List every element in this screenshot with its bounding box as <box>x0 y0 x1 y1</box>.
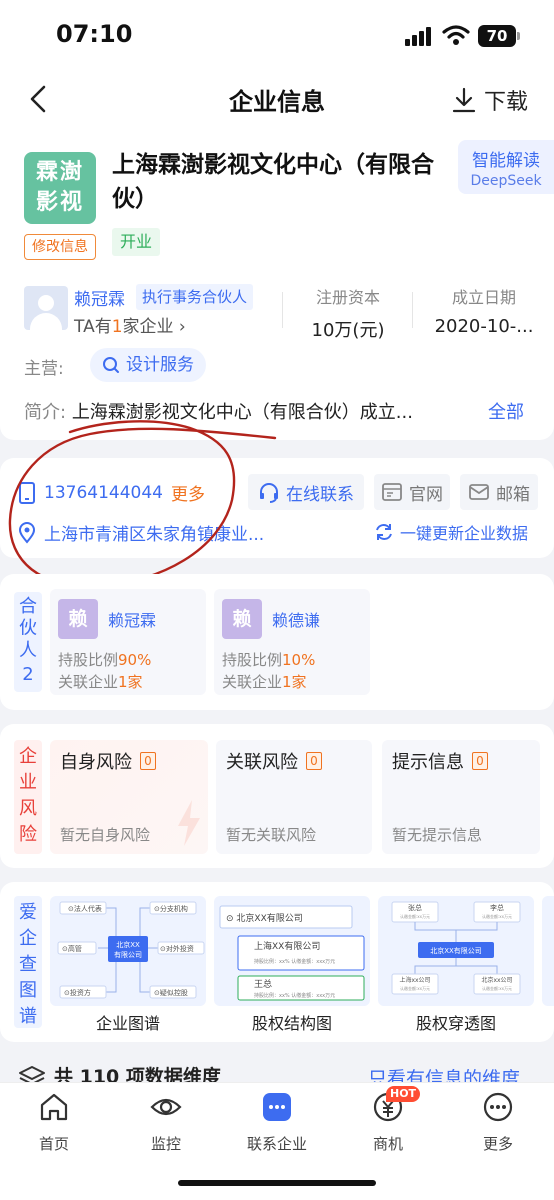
signal-icon <box>405 26 435 46</box>
risk-related-card[interactable]: 关联风险 0 暂无关联风险 <box>216 740 372 854</box>
svg-text:⊙投资方: ⊙投资方 <box>64 988 91 997</box>
svg-text:⊙高管: ⊙高管 <box>62 944 82 953</box>
equity-diagram: ⊙ 北京XX有限公司 上海XX有限公司 持股比例：xx% 认缴金额：xxx万元 … <box>219 905 365 1001</box>
divider <box>282 292 283 328</box>
graph-caption: 股权穿透图 <box>415 1014 496 1033</box>
next-graph-thumb[interactable] <box>542 896 554 1006</box>
partner-name[interactable]: 赖冠霖 <box>108 607 156 631</box>
main-business-label: 主营: <box>24 359 64 379</box>
established-date: 成立日期 2020-10-... <box>434 288 534 337</box>
partner-avatar: 赖 <box>222 599 262 639</box>
email-button[interactable]: 邮箱 <box>460 474 538 510</box>
partner-avatar: 赖 <box>58 599 98 639</box>
risk-label: 企业风险 <box>14 740 42 854</box>
risk-count-badge: 0 <box>472 752 488 770</box>
legal-person-link[interactable]: 赖冠霖 <box>74 285 125 310</box>
search-icon <box>103 357 119 373</box>
download-button[interactable]: 下载 <box>452 84 528 116</box>
svg-text:北京XX: 北京XX <box>116 940 140 949</box>
home-indicator <box>178 1180 376 1186</box>
graph-label: 爱企查图谱 <box>14 896 42 1028</box>
tab-monitor[interactable]: 监控 <box>126 1091 206 1154</box>
partner-related: 关联企业1家 <box>222 673 307 691</box>
graph-caption: 企业图谱 <box>95 1014 160 1033</box>
svg-text:⊙疑似控股: ⊙疑似控股 <box>154 988 188 997</box>
home-icon <box>40 1093 68 1121</box>
svg-text:认缴金额:xx万元: 认缴金额:xx万元 <box>482 985 512 991</box>
edit-info-button[interactable]: 修改信息 <box>24 234 96 260</box>
svg-text:⊙ 北京XX有限公司: ⊙ 北京XX有限公司 <box>226 912 303 924</box>
download-icon <box>452 87 476 113</box>
risk-self-card[interactable]: 自身风险 0 暂无自身风险 <box>50 740 208 854</box>
risk-notice-card[interactable]: 提示信息 0 暂无提示信息 <box>382 740 540 854</box>
svg-text:北京XX有限公司: 北京XX有限公司 <box>430 946 482 955</box>
svg-text:李总: 李总 <box>490 903 504 912</box>
svg-text:上海xx公司: 上海xx公司 <box>399 976 430 984</box>
status-time: 07:10 <box>56 20 133 48</box>
svg-text:认缴金额:xx万元: 认缴金额:xx万元 <box>400 985 430 991</box>
chat-icon <box>263 1093 291 1121</box>
battery-icon: 70 <box>478 25 520 47</box>
view-all-link[interactable]: 全部 <box>488 398 524 424</box>
eye-icon <box>150 1098 182 1116</box>
nav-bar: 企业信息 下载 <box>0 72 554 128</box>
svg-text:上海XX有限公司: 上海XX有限公司 <box>254 940 320 952</box>
status-bar: 07:10 70 <box>0 0 554 72</box>
partner-card[interactable]: 赖 赖德谦 持股比例10% 关联企业1家 <box>214 589 370 695</box>
lightning-icon <box>178 800 200 846</box>
status-badge: 开业 <box>112 228 161 256</box>
hot-badge: HOT <box>386 1086 421 1102</box>
partner-related: 关联企业1家 <box>58 673 143 691</box>
partner-ratio: 持股比例90% <box>58 651 152 669</box>
website-icon <box>382 483 402 501</box>
tab-more[interactable]: 更多 <box>458 1091 538 1154</box>
risk-count-badge: 0 <box>306 752 322 770</box>
website-button[interactable]: 官网 <box>374 474 450 510</box>
partners-label: 合伙人 2 <box>14 592 42 692</box>
penetration-diagram: 张总 认缴金额:xx万元 李总 认缴金额:xx万元 北京XX有限公司 上海xx公… <box>391 901 521 995</box>
enterprise-graph-thumb[interactable]: 北京XX 有限公司 ⊙法人代表 ⊙分支机构 ⊙高管 ⊙对外投资 ⊙投资方 ⊙疑似… <box>50 896 206 1006</box>
tab-home[interactable]: 首页 <box>14 1091 94 1154</box>
partner-ratio: 持股比例10% <box>222 651 316 669</box>
mail-icon <box>469 484 489 500</box>
svg-text:张总: 张总 <box>408 903 422 912</box>
svg-text:北京xx公司: 北京xx公司 <box>481 976 512 984</box>
refresh-icon <box>376 524 392 540</box>
svg-text:王总: 王总 <box>254 978 272 990</box>
registered-capital: 注册资本 10万(元) <box>311 288 385 341</box>
company-name: 上海霖澍影视文化中心（有限合伙） <box>112 152 434 212</box>
svg-text:⊙法人代表: ⊙法人代表 <box>68 904 102 913</box>
related-companies-link[interactable]: TA有1家企业 › <box>74 312 186 337</box>
company-logo: 霖澍 影视 <box>24 152 96 224</box>
graph-diagram: 北京XX 有限公司 ⊙法人代表 ⊙分支机构 ⊙高管 ⊙对外投资 ⊙投资方 ⊙疑似… <box>57 901 205 999</box>
svg-text:⊙对外投资: ⊙对外投资 <box>160 944 194 953</box>
risk-count-badge: 0 <box>140 752 156 770</box>
more-icon <box>483 1092 513 1122</box>
hand-drawn-annotation <box>8 420 277 588</box>
ai-interpret-button[interactable]: 智能解读 DeepSeek <box>458 140 554 194</box>
download-label: 下载 <box>484 90 529 115</box>
graph-caption: 股权结构图 <box>251 1014 332 1033</box>
equity-penetration-thumb[interactable]: 张总 认缴金额:xx万元 李总 认缴金额:xx万元 北京XX有限公司 上海xx公… <box>378 896 534 1006</box>
svg-text:⊙分支机构: ⊙分支机构 <box>154 904 188 913</box>
equity-structure-thumb[interactable]: ⊙ 北京XX有限公司 上海XX有限公司 持股比例：xx% 认缴金额：xxx万元 … <box>214 896 370 1006</box>
role-tag: 执行事务合伙人 <box>136 284 254 310</box>
svg-text:认缴金额:xx万元: 认缴金额:xx万元 <box>400 913 430 919</box>
svg-text:认缴金额:xx万元: 认缴金额:xx万元 <box>482 913 512 919</box>
wifi-icon <box>442 25 470 45</box>
avatar[interactable] <box>24 286 68 330</box>
divider <box>412 292 413 328</box>
tab-contact[interactable]: 联系企业 <box>237 1091 317 1154</box>
partner-card[interactable]: 赖 赖冠霖 持股比例90% 关联企业1家 <box>50 589 206 695</box>
service-tag[interactable]: 设计服务 <box>90 348 206 382</box>
svg-text:有限公司: 有限公司 <box>114 950 142 959</box>
update-data-button[interactable]: 一键更新企业数据 <box>374 520 528 544</box>
svg-text:持股比例：xx% 认缴金额：xxx万元: 持股比例：xx% 认缴金额：xxx万元 <box>254 958 335 965</box>
partner-name[interactable]: 赖德谦 <box>272 607 320 631</box>
svg-text:持股比例：xx% 认缴金额：xxx万元: 持股比例：xx% 认缴金额：xxx万元 <box>254 992 335 999</box>
